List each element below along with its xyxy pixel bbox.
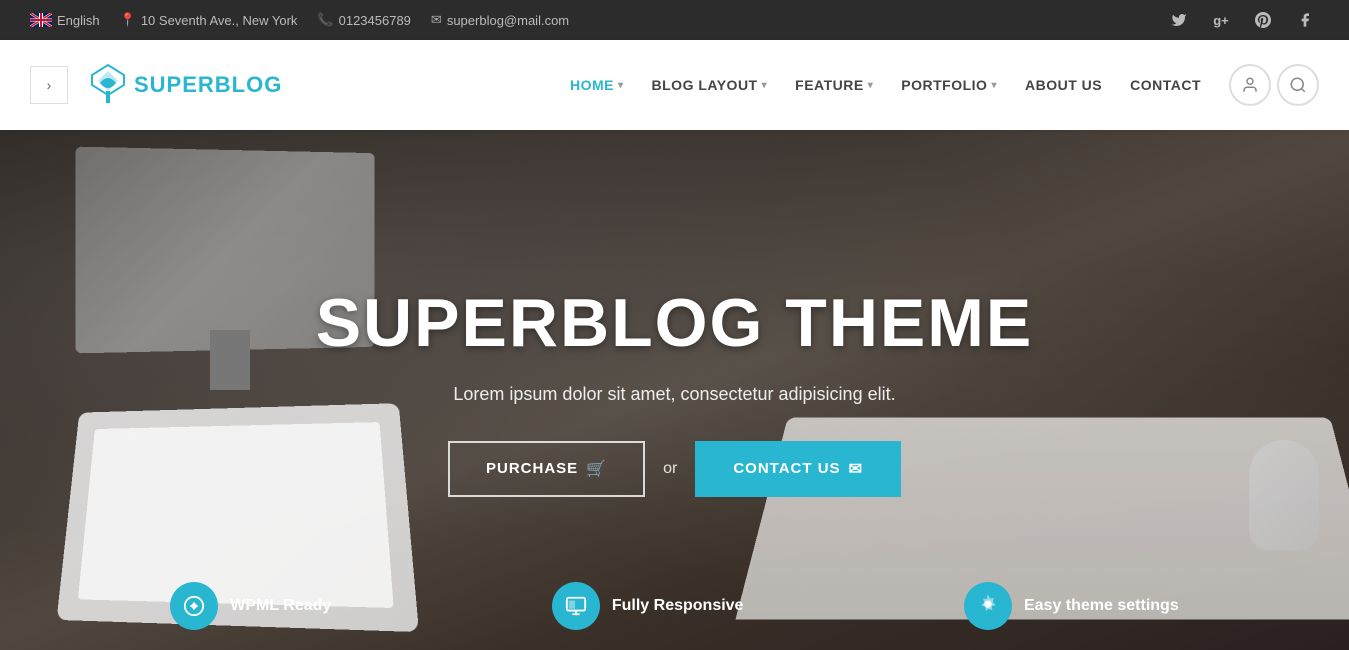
main-nav: HOME ▾ BLOG LAYOUT ▾ FEATURE ▾ PORTFOLIO…	[558, 40, 1213, 130]
phone-text: 0123456789	[339, 13, 411, 28]
settings-label: Easy theme settings	[1024, 597, 1179, 615]
hero-buttons: PURCHASE 🛒 or CONTACT US ✉	[316, 441, 1034, 497]
language-label: English	[57, 13, 100, 28]
or-text: or	[663, 460, 677, 478]
language-selector[interactable]: English	[30, 13, 100, 28]
nav-item-contact[interactable]: CONTACT	[1118, 40, 1213, 130]
facebook-icon[interactable]	[1291, 6, 1319, 34]
chevron-down-icon: ▾	[868, 80, 874, 91]
email-item: ✉ superblog@mail.com	[431, 12, 569, 28]
responsive-label: Fully Responsive	[612, 597, 744, 615]
nav-item-about-us[interactable]: ABOUT US	[1013, 40, 1114, 130]
user-icon	[1241, 76, 1259, 94]
sidebar-toggle[interactable]: ›	[30, 66, 68, 104]
feature-settings: Easy theme settings	[964, 582, 1179, 650]
email-icon: ✉	[431, 12, 442, 28]
hero-title: SUPERBLOG THEME	[316, 284, 1034, 362]
nav-item-portfolio[interactable]: PORTFOLIO ▾	[889, 40, 1009, 130]
location-icon: 📍	[120, 12, 136, 28]
logo-text: SUPERBLOG	[134, 72, 282, 98]
wpml-label: WPML Ready	[230, 597, 331, 615]
email-text: superblog@mail.com	[447, 13, 569, 28]
user-button[interactable]	[1229, 64, 1271, 106]
chevron-down-icon: ▾	[991, 80, 997, 91]
wpml-icon	[170, 582, 218, 630]
mail-icon: ✉	[849, 459, 863, 479]
hero-content: SUPERBLOG THEME Lorem ipsum dolor sit am…	[276, 284, 1074, 497]
hero-subtitle: Lorem ipsum dolor sit amet, consectetur …	[316, 384, 1034, 405]
responsive-icon	[552, 582, 600, 630]
flag-icon	[30, 13, 52, 27]
chevron-down-icon: ▾	[762, 80, 768, 91]
logo[interactable]: SUPERBLOG	[88, 63, 282, 108]
features-bar: WPML Ready Fully Responsive Easy theme s…	[0, 582, 1349, 650]
social-links: g+	[1165, 6, 1319, 34]
nav-item-feature[interactable]: FEATURE ▾	[783, 40, 885, 130]
feature-responsive: Fully Responsive	[552, 582, 744, 650]
address-item: 📍 10 Seventh Ave., New York	[120, 12, 298, 28]
purchase-button[interactable]: PURCHASE 🛒	[448, 441, 645, 497]
settings-icon	[964, 582, 1012, 630]
search-button[interactable]	[1277, 64, 1319, 106]
top-bar-left: English 📍 10 Seventh Ave., New York 📞 01…	[30, 12, 569, 28]
twitter-icon[interactable]	[1165, 6, 1193, 34]
phone-icon: 📞	[317, 12, 333, 28]
chevron-down-icon: ▾	[618, 80, 624, 91]
phone-item: 📞 0123456789	[317, 12, 411, 28]
contact-us-button[interactable]: CONTACT US ✉	[695, 441, 901, 497]
pinterest-icon[interactable]	[1249, 6, 1277, 34]
logo-super: SUPER	[134, 72, 215, 97]
logo-blog: BLOG	[215, 72, 283, 97]
google-plus-icon[interactable]: g+	[1207, 6, 1235, 34]
nav-item-home[interactable]: HOME ▾	[558, 40, 636, 130]
nav-item-blog-layout[interactable]: BLOG LAYOUT ▾	[640, 40, 780, 130]
nav-bar: › SUPERBLOG HOME ▾ BLOG LAYOUT ▾ FEATURE…	[0, 40, 1349, 130]
search-icon	[1289, 76, 1307, 94]
cart-icon: 🛒	[586, 459, 607, 479]
address-text: 10 Seventh Ave., New York	[141, 13, 298, 28]
hero-section: SUPERBLOG THEME Lorem ipsum dolor sit am…	[0, 130, 1349, 650]
logo-icon	[88, 63, 128, 108]
feature-wpml: WPML Ready	[170, 582, 331, 650]
top-bar: English 📍 10 Seventh Ave., New York 📞 01…	[0, 0, 1349, 40]
